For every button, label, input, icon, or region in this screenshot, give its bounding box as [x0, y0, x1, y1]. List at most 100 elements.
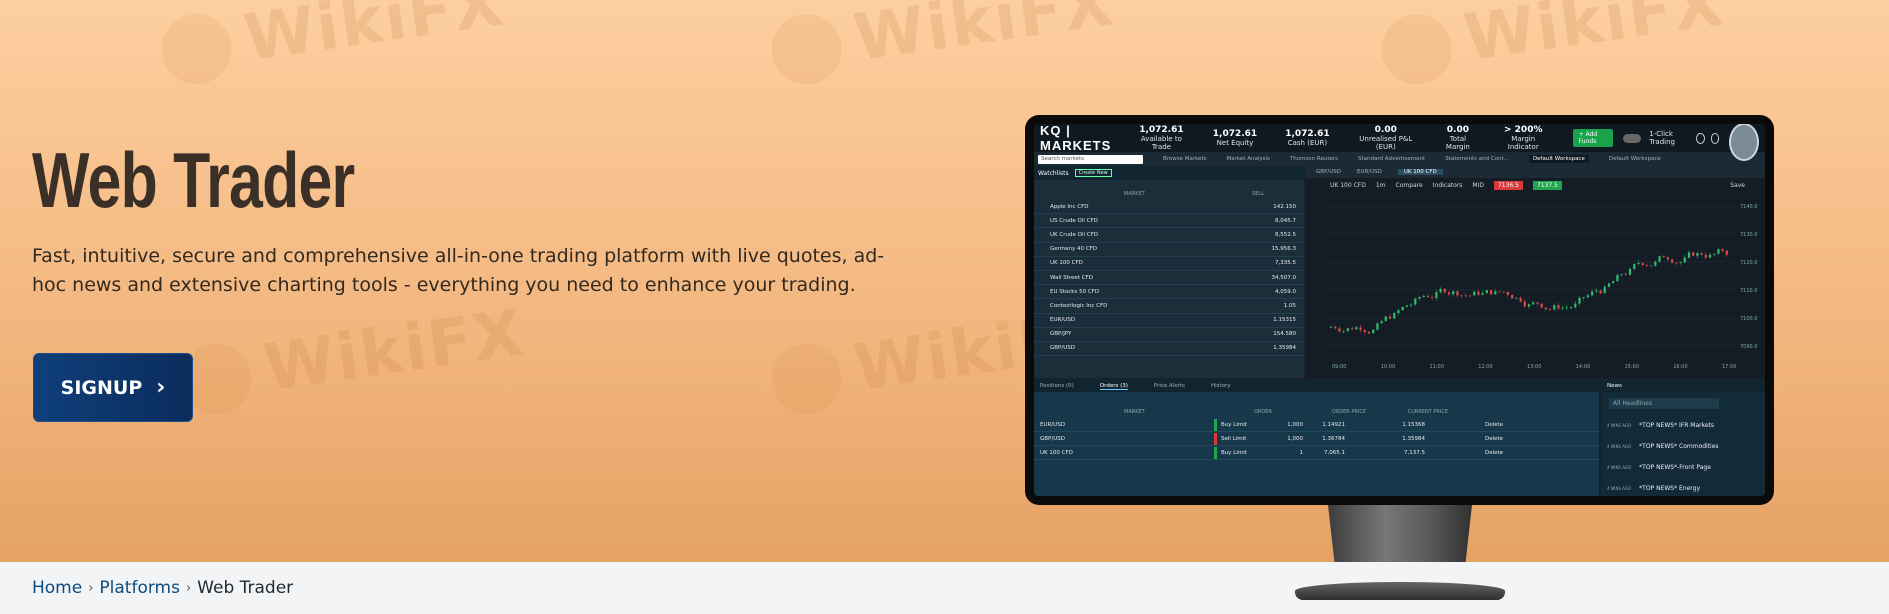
search-markets-input[interactable]: Search markets	[1038, 154, 1143, 164]
sell-button[interactable]: 7136.5	[1493, 180, 1523, 190]
news-tab[interactable]: News	[1601, 380, 1765, 392]
candle-body	[1334, 326, 1337, 329]
candle-body	[1692, 252, 1695, 256]
col-current-price: CURRENT PRICE	[1407, 409, 1448, 415]
one-click-toggle[interactable]	[1623, 133, 1642, 143]
delete-button[interactable]: Delete	[1485, 436, 1503, 442]
tab-price-alerts[interactable]: Price Alerts	[1154, 383, 1185, 389]
candle-body	[1725, 250, 1728, 255]
price-chart[interactable]: 7140.0 7130.0 7120.0 7110.0 7100.0 7090.0 09:0…	[1326, 194, 1765, 374]
settings-icon[interactable]	[1695, 132, 1705, 144]
candle-body	[1464, 295, 1467, 297]
candle-body	[1536, 302, 1539, 304]
table-row[interactable]: EUR/USD Buy Limit 1,000 1.14921 1.15368 …	[1034, 418, 1599, 432]
candle-body	[1599, 290, 1602, 294]
list-item[interactable]: US Crude Oil CFD 8,045.7	[1034, 214, 1304, 229]
list-item[interactable]: GBP/USD 1.35984	[1034, 342, 1304, 357]
list-item[interactable]: Germany 40 CFD 15,956.3	[1034, 243, 1304, 257]
candle-body	[1645, 265, 1648, 266]
avatar[interactable]	[1729, 124, 1759, 161]
news-search-input[interactable]: All Headlines	[1609, 398, 1719, 409]
candle-body	[1620, 274, 1623, 276]
tab-positions[interactable]: Positions (0)	[1040, 383, 1074, 389]
candle-body	[1410, 304, 1413, 306]
table-row[interactable]: UK 100 CFD Buy Limit 1 7,065.1 7,137.5 D…	[1034, 446, 1599, 460]
list-item[interactable]: UK Crude Oil CFD 8,552.5	[1034, 228, 1304, 243]
order-tabs: Positions (0) Orders (3) Price Alerts Hi…	[1034, 380, 1599, 392]
hero-description: Fast, intuitive, secure and comprehensiv…	[32, 245, 885, 296]
candle-body	[1376, 323, 1379, 330]
monitor-base	[1295, 582, 1505, 600]
stat-margin-indicator: > 200% Margin Indicator	[1504, 125, 1543, 151]
tab-orders[interactable]: Orders (3)	[1099, 383, 1128, 390]
tab-default-workspace-2[interactable]: Default Workspace	[1609, 156, 1661, 162]
list-item[interactable]: GBP/JPY 154.580	[1034, 328, 1304, 342]
candle-body	[1397, 310, 1400, 314]
candle-body	[1603, 286, 1606, 294]
breadcrumb-platforms[interactable]: Platforms	[99, 578, 180, 598]
chart-interval[interactable]: 1m	[1376, 182, 1386, 189]
candle-body	[1683, 257, 1686, 263]
tab-default-workspace[interactable]: Default Workspace	[1528, 155, 1589, 163]
tab-thomson-reuters[interactable]: Thomson Reuters	[1290, 156, 1338, 162]
tab-browse-markets[interactable]: Browse Markets	[1163, 156, 1207, 162]
candle-body	[1426, 295, 1430, 298]
x-tick-label: 10:00	[1381, 364, 1395, 370]
breadcrumb-home[interactable]: Home	[32, 578, 82, 598]
candle-body	[1704, 254, 1707, 258]
tab-standard-advertisement[interactable]: Standard Advertisement	[1358, 156, 1425, 162]
list-item[interactable]: 4 MINS AGO *TOP NEWS* Commodities	[1601, 436, 1765, 457]
candle-body	[1565, 307, 1568, 309]
list-item[interactable]: 4 MINS AGO *TOP NEWS*-Front Page	[1601, 457, 1765, 478]
list-item[interactable]: Apple Inc CFD 142.150	[1034, 200, 1304, 215]
candle-body	[1498, 291, 1501, 293]
candle-body	[1607, 283, 1611, 287]
table-row[interactable]: GBP/USD Sell Limit 1,000 1.36784 1.35984…	[1034, 432, 1599, 446]
tab-statements[interactable]: Statements and Cont...	[1445, 156, 1509, 162]
delete-button[interactable]: Delete	[1485, 422, 1503, 428]
candle-body	[1405, 305, 1408, 307]
watermark: WikiFX	[156, 0, 509, 90]
add-funds-button[interactable]: + Add Funds	[1572, 129, 1614, 147]
chart-tab[interactable]: GBP/USD	[1316, 169, 1341, 175]
one-click-label: 1-Click Trading	[1649, 130, 1675, 146]
compare-button[interactable]: Compare	[1396, 182, 1423, 189]
candle-body	[1557, 305, 1560, 309]
candle-body	[1393, 313, 1396, 319]
candle-body	[1456, 291, 1459, 296]
save-button[interactable]: Save	[1730, 182, 1745, 189]
watermark-logo-icon	[1377, 10, 1457, 90]
candle-body	[1717, 249, 1720, 254]
signup-button[interactable]: SIGNUP ›	[33, 353, 193, 422]
list-item[interactable]: EUR/USD 1.15315	[1034, 314, 1304, 328]
create-new-button[interactable]: Create New	[1074, 169, 1112, 177]
candle-body	[1355, 327, 1358, 330]
delete-button[interactable]: Delete	[1485, 450, 1503, 456]
watermark-logo-icon	[157, 10, 237, 90]
list-item[interactable]: 4 MINS AGO *TOP NEWS* Energy	[1601, 478, 1765, 496]
col-market: MARKET	[1124, 191, 1145, 197]
chart-tab-active[interactable]: UK 100 CFD	[1397, 169, 1443, 175]
chart-instrument[interactable]: UK 100 CFD	[1330, 182, 1366, 189]
list-item[interactable]: Contextlogic Inc CFD 1.05	[1034, 299, 1304, 314]
buy-button[interactable]: 7137.5	[1532, 180, 1562, 190]
list-item[interactable]: Wall Street CFD 34,507.0	[1034, 271, 1304, 286]
list-item[interactable]: 4 MINS AGO *TOP NEWS* IFR Markets	[1601, 415, 1765, 436]
indicators-button[interactable]: Indicators	[1433, 182, 1463, 189]
y-tick-label: 7110.0	[1740, 288, 1758, 294]
chart-tab[interactable]: EUR/USD	[1357, 169, 1382, 175]
help-icon[interactable]	[1710, 132, 1720, 144]
tab-market-analysis[interactable]: Market Analysis	[1227, 156, 1270, 162]
candle-body	[1342, 331, 1345, 332]
list-item[interactable]: EU Stocks 50 CFD 4,059.0	[1034, 285, 1304, 300]
candle-body	[1468, 295, 1472, 297]
hero-section: WikiFX WikiFX WikiFX WikiFX WikiFX Web T…	[0, 0, 1889, 562]
tab-history[interactable]: History	[1211, 383, 1231, 389]
y-tick-label: 7130.0	[1740, 232, 1758, 238]
list-item[interactable]: UK 100 CFD 7,335.5	[1034, 257, 1304, 271]
monitor-mockup: KQ | MARKETS 1,072.61 Available to Trade …	[1025, 115, 1774, 505]
orders-column-headers: MARKET ORDER ORDER PRICE CURRENT PRICE	[1034, 392, 1599, 418]
workspace-tabs: Search markets Browse Markets Market Ana…	[1034, 152, 1765, 166]
candle-body	[1439, 288, 1442, 293]
candle-body	[1650, 265, 1653, 267]
